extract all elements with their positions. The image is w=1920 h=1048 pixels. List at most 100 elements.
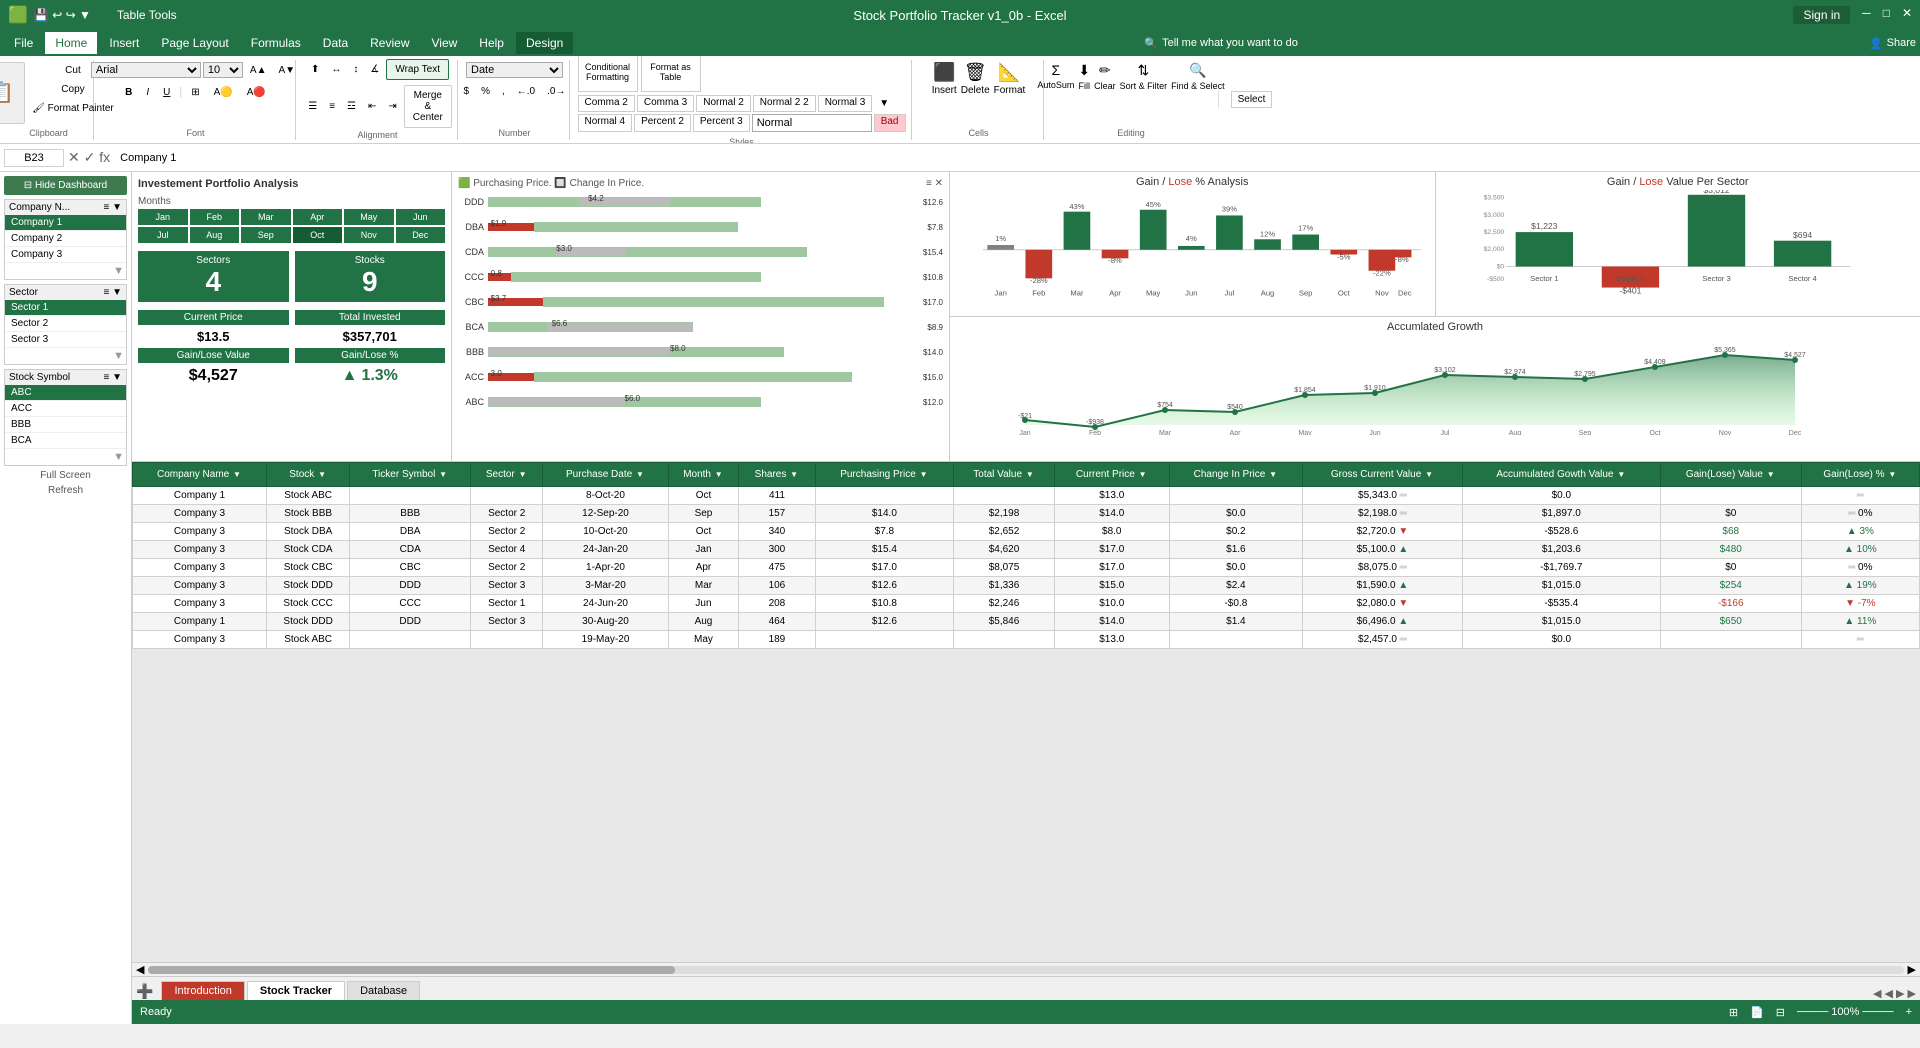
normal22-style[interactable]: Normal 2 2 — [753, 95, 816, 112]
sidebar-item-company2[interactable]: Company 2 — [5, 231, 126, 247]
zoom-slider[interactable]: ──── 100% ──── — [1797, 1006, 1894, 1018]
formula-input[interactable] — [114, 150, 1916, 166]
filter-stock[interactable]: ▼ — [317, 470, 327, 478]
tab-home[interactable]: Home — [45, 32, 97, 54]
sidebar-item-acc[interactable]: ACC — [5, 401, 126, 417]
add-sheet-btn[interactable]: ➕ — [136, 983, 153, 1000]
filter-accum[interactable]: ▼ — [1616, 470, 1626, 478]
align-right-btn[interactable]: ☲ — [342, 85, 361, 128]
align-center-btn[interactable]: ≡ — [324, 85, 340, 128]
month-apr[interactable]: Apr — [293, 209, 343, 225]
month-mar[interactable]: Mar — [241, 209, 291, 225]
autosum-label[interactable]: AutoSum — [1037, 80, 1074, 90]
sidebar-item-company1[interactable]: Company 1 — [5, 215, 126, 231]
text-angle-btn[interactable]: ∡ — [365, 59, 384, 80]
page-break-btn[interactable]: ⊟ — [1776, 1006, 1785, 1019]
table-row[interactable]: Company 3 Stock ABC 19-May-20 May 189 $1… — [133, 631, 1920, 649]
refresh-btn[interactable]: Refresh — [4, 485, 127, 496]
normal4-style[interactable]: Normal 4 — [578, 114, 633, 132]
sidebar-item-sector1[interactable]: Sector 1 — [5, 300, 126, 316]
filter-company[interactable]: ▼ — [232, 470, 242, 478]
cond-formatting-btn[interactable]: Conditional Formatting — [578, 56, 638, 92]
filter-purchase-price[interactable]: ▼ — [919, 470, 929, 478]
month-may[interactable]: May — [344, 209, 394, 225]
font-decrease-btn[interactable]: A▼ — [274, 62, 301, 79]
table-row[interactable]: Company 3 Stock CDA CDA Sector 4 24-Jan-… — [133, 541, 1920, 559]
filter-total-value[interactable]: ▼ — [1025, 470, 1035, 478]
sidebar-item-abc[interactable]: ABC — [5, 385, 126, 401]
table-row[interactable]: Company 1 Stock DDD DDD Sector 3 30-Aug-… — [133, 613, 1920, 631]
table-row[interactable]: Company 3 Stock DDD DDD Sector 3 3-Mar-2… — [133, 577, 1920, 595]
tab-formulas[interactable]: Formulas — [241, 32, 311, 54]
decrease-indent-btn[interactable]: ⇤ — [363, 85, 381, 128]
bold-btn[interactable]: B — [120, 84, 137, 101]
tab-file[interactable]: File — [4, 32, 43, 54]
scroll-thumb[interactable] — [148, 966, 675, 974]
font-name-select[interactable]: Arial — [91, 62, 201, 78]
select-btn[interactable]: Select — [1231, 91, 1273, 108]
paste-btn[interactable]: 📋 — [0, 62, 25, 124]
cell-ref-input[interactable] — [4, 149, 64, 167]
month-jul[interactable]: Jul — [138, 227, 188, 243]
dec-increase-btn[interactable]: .0→ — [542, 83, 570, 100]
align-middle-btn[interactable]: ↔ — [326, 59, 346, 80]
month-jun[interactable]: Jun — [396, 209, 446, 225]
normal-view-btn[interactable]: ⊞ — [1729, 1006, 1738, 1019]
align-top-btn[interactable]: ⬆ — [306, 59, 324, 80]
sort-filter-label[interactable]: Sort & Filter — [1120, 81, 1168, 91]
filter-ticker[interactable]: ▼ — [438, 470, 448, 478]
scroll-left[interactable]: ◀ — [136, 963, 144, 976]
tab-review[interactable]: Review — [360, 32, 419, 54]
tab-introduction[interactable]: Introduction — [161, 981, 244, 1000]
close-btn[interactable]: ✕ — [1902, 6, 1912, 24]
tab-database[interactable]: Database — [347, 981, 420, 1000]
normal2-style[interactable]: Normal 2 — [696, 95, 751, 112]
align-bottom-btn[interactable]: ↕ — [348, 59, 363, 80]
scroll-track[interactable] — [148, 966, 1903, 974]
tab-stock-tracker[interactable]: Stock Tracker — [247, 981, 345, 1000]
month-nov[interactable]: Nov — [344, 227, 394, 243]
data-table-container[interactable]: Company Name ▼ Stock ▼ Ticker Symbol ▼ S… — [132, 462, 1920, 962]
tab-insert[interactable]: Insert — [99, 32, 149, 54]
comma2-style[interactable]: Comma 2 — [578, 95, 635, 112]
page-layout-btn[interactable]: 📄 — [1750, 1006, 1764, 1019]
tab-design[interactable]: Design — [516, 32, 573, 54]
sidebar-item-bca[interactable]: BCA — [5, 433, 126, 449]
wrap-text-btn[interactable]: Wrap Text — [386, 59, 449, 80]
title-bar-icons[interactable]: Sign in ─ □ ✕ — [1793, 6, 1912, 24]
tab-help[interactable]: Help — [469, 32, 514, 54]
sidebar-item-sector3[interactable]: Sector 3 — [5, 332, 126, 348]
delete-label[interactable]: Delete — [961, 85, 990, 96]
sidebar-item-bbb[interactable]: BBB — [5, 417, 126, 433]
fill-label[interactable]: Fill — [1078, 81, 1090, 91]
percent3-style[interactable]: Percent 3 — [693, 114, 750, 132]
nav-left[interactable]: ◀ ◀ ▶ ▶ — [1873, 987, 1916, 1000]
tab-view[interactable]: View — [422, 32, 468, 54]
table-row[interactable]: Company 1 Stock ABC 8-Oct-20 Oct 411 $13… — [133, 487, 1920, 505]
comma-btn[interactable]: , — [497, 83, 510, 100]
find-label[interactable]: Find & Select — [1171, 81, 1225, 91]
borders-btn[interactable]: ⊞ — [186, 84, 204, 101]
month-feb[interactable]: Feb — [190, 209, 240, 225]
format-table-btn[interactable]: Format asTable — [641, 56, 701, 92]
font-increase-btn[interactable]: A▲ — [245, 62, 272, 79]
format-label[interactable]: Format — [994, 85, 1026, 96]
number-format-select[interactable]: Date — [466, 62, 563, 78]
table-row[interactable]: Company 3 Stock CCC CCC Sector 1 24-Jun-… — [133, 595, 1920, 613]
fill-color-btn[interactable]: A🟡 — [209, 84, 238, 101]
max-btn[interactable]: □ — [1883, 6, 1890, 24]
filter-date[interactable]: ▼ — [635, 470, 645, 478]
increase-indent-btn[interactable]: ⇥ — [383, 85, 401, 128]
tell-me-input[interactable]: Tell me what you want to do — [1162, 37, 1298, 49]
tab-page-layout[interactable]: Page Layout — [151, 32, 238, 54]
underline-btn[interactable]: U — [158, 84, 175, 101]
full-screen-btn[interactable]: Full Screen — [4, 470, 127, 481]
share-btn[interactable]: Share — [1887, 37, 1916, 49]
styles-scroll-btn[interactable]: ▼ — [874, 95, 894, 112]
italic-btn[interactable]: I — [141, 84, 154, 101]
filter-shares[interactable]: ▼ — [789, 470, 799, 478]
percent2-style[interactable]: Percent 2 — [634, 114, 691, 132]
clear-label[interactable]: Clear — [1094, 81, 1116, 91]
font-color-btn[interactable]: A🔴 — [242, 84, 271, 101]
sidebar-item-sector2[interactable]: Sector 2 — [5, 316, 126, 332]
